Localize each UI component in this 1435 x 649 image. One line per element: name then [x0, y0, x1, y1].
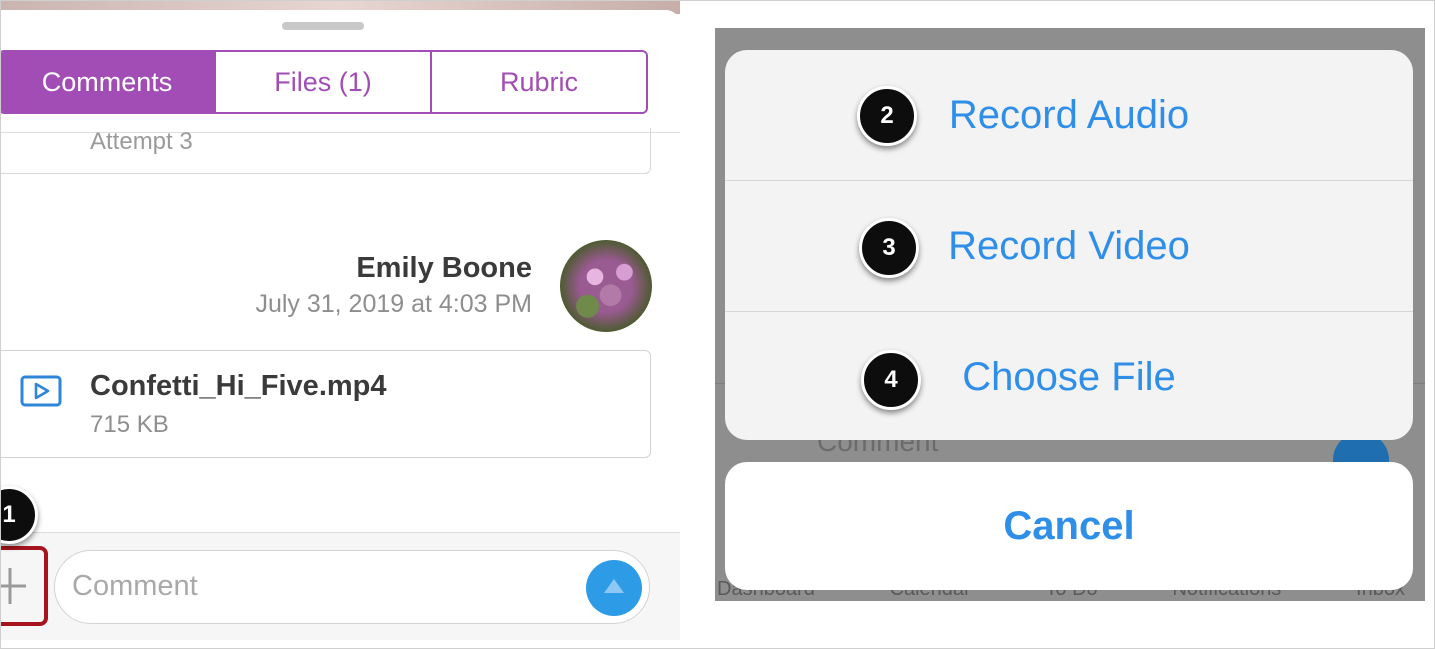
comment-timestamp: July 31, 2019 at 4:03 PM [255, 290, 532, 318]
callout-badge-2: 2 [857, 86, 917, 146]
choose-file-button[interactable]: Choose File [725, 312, 1413, 440]
action-sheet: Record Audio Record Video Choose File [725, 50, 1413, 440]
callout-badge-4: 4 [861, 350, 921, 410]
record-audio-button[interactable]: Record Audio [725, 50, 1413, 180]
attachment-file-name: Confetti_Hi_Five.mp4 [90, 370, 387, 402]
record-video-button[interactable]: Record Video [725, 181, 1413, 311]
callout-badge-3: 3 [859, 218, 919, 278]
tab-files[interactable]: Files (1) [214, 52, 430, 112]
plus-icon [0, 568, 26, 604]
attachment-card[interactable] [0, 350, 651, 458]
attempt-label: Attempt 3 [90, 128, 193, 155]
attachment-file-size: 715 KB [90, 411, 169, 438]
tab-rubric[interactable]: Rubric [430, 52, 646, 112]
attachment-options-panel: Comment Dashboard Calendar To Do Notific… [715, 28, 1425, 601]
drawer-tab-bar: Comments Files (1) Rubric [0, 50, 648, 114]
submission-comments-panel: Comments Files (1) Rubric Attempt 3 Emil… [0, 0, 680, 640]
cancel-button[interactable]: Cancel [725, 462, 1413, 590]
video-file-icon [20, 375, 62, 407]
drawer-drag-handle[interactable] [282, 22, 364, 30]
comment-input-placeholder: Comment [72, 570, 198, 602]
tab-comments[interactable]: Comments [0, 52, 214, 112]
avatar[interactable] [560, 240, 652, 332]
comment-author: Emily Boone [356, 252, 532, 284]
send-arrow-icon [604, 579, 624, 593]
